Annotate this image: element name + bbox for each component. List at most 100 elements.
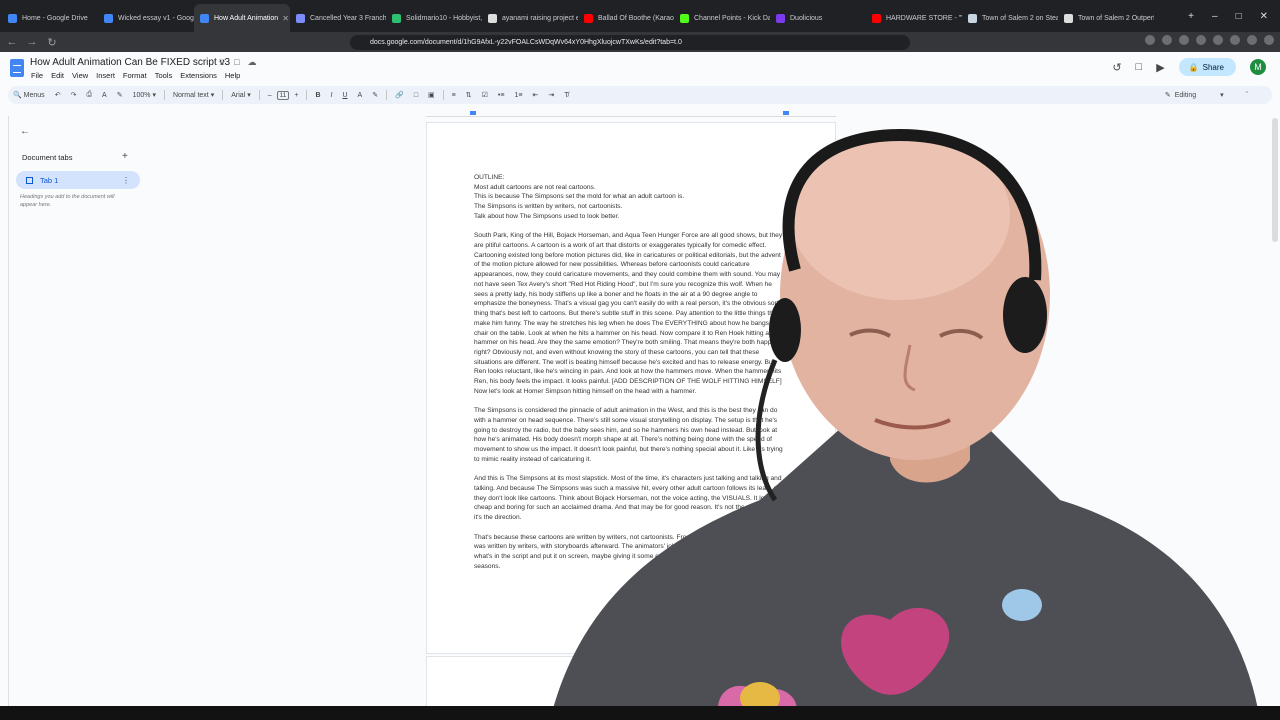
menu-item-tools[interactable]: Tools [155, 71, 173, 80]
menu-item-view[interactable]: View [72, 71, 88, 80]
browser-tab[interactable]: Ballad Of Boothe (Karaoke [578, 4, 674, 32]
extension-icon[interactable] [1230, 35, 1240, 45]
back-arrow-icon[interactable]: ← [20, 126, 30, 137]
spellcheck-icon[interactable]: A [97, 92, 112, 99]
menu-item-extensions[interactable]: Extensions [180, 71, 217, 80]
style-select[interactable]: Normal text ▾ [168, 91, 219, 99]
tab-title: Town of Salem 2 on Steam [982, 14, 1058, 22]
browser-tab[interactable]: Home - Google Drive [2, 4, 98, 32]
version-history-icon[interactable]: ↺ [1112, 61, 1121, 74]
zoom-value: 100% [132, 92, 151, 99]
browser-tab[interactable]: Wicked essay v1 - Google [98, 4, 194, 32]
tab-title: Cancelled Year 3 Franchise [310, 14, 386, 22]
comment-icon[interactable]: □ [409, 92, 423, 99]
browser-tab[interactable]: Channel Points - Kick Dash [674, 4, 770, 32]
tab-label: Tab 1 [40, 175, 59, 185]
increase-indent-icon[interactable]: ⇥ [543, 91, 559, 99]
close-window-icon[interactable]: ✕ [1260, 11, 1268, 22]
underline-icon[interactable]: U [337, 92, 352, 99]
back-icon[interactable]: ← [4, 36, 20, 48]
highlight-icon[interactable]: ✎ [367, 91, 383, 99]
profile-icon[interactable] [1264, 35, 1274, 45]
right-indent-marker[interactable] [783, 111, 789, 115]
browser-tab[interactable]: Town of Salem 2 Outperfor [1058, 4, 1154, 32]
star-icon[interactable]: ☆ [218, 57, 226, 68]
document-title[interactable]: How Adult Animation Can Be FIXED script … [30, 57, 230, 68]
menu-item-help[interactable]: Help [225, 71, 240, 80]
undo-icon[interactable]: ↶ [50, 91, 66, 99]
decrease-indent-icon[interactable]: ⇤ [527, 91, 543, 99]
paint-format-icon[interactable]: ✎ [112, 91, 128, 99]
bullet-list-icon[interactable]: •≡ [493, 92, 510, 99]
image-icon[interactable]: ▣ [423, 91, 440, 99]
meet-icon[interactable]: ▶ [1156, 61, 1164, 74]
new-tab-icon[interactable]: + [1188, 11, 1194, 22]
more-options-icon[interactable]: ⋮ [122, 176, 130, 185]
tab-title: Town of Salem 2 Outperfor [1078, 14, 1154, 22]
tab-title: Duolicious [790, 14, 823, 22]
font-size-field[interactable]: 11 [276, 90, 290, 100]
tab-title: ayanami raising project en [502, 14, 578, 22]
menu-item-file[interactable]: File [31, 71, 43, 80]
menu-item-insert[interactable]: Insert [96, 71, 115, 80]
forward-icon[interactable]: → [24, 36, 40, 48]
left-indent-marker[interactable] [470, 111, 476, 115]
horizontal-ruler[interactable] [426, 108, 836, 117]
font-select[interactable]: Arial ▾ [226, 91, 255, 99]
extension-icon[interactable] [1179, 35, 1189, 45]
menu-item-edit[interactable]: Edit [51, 71, 64, 80]
link-icon[interactable]: 🔗 [390, 91, 409, 99]
minimize-icon[interactable]: – [1212, 11, 1218, 22]
bold-icon[interactable]: B [310, 92, 325, 99]
avatar[interactable]: M [1250, 59, 1266, 75]
print-icon[interactable]: ⎙ [81, 91, 97, 99]
numbered-list-icon[interactable]: 1≡ [509, 92, 527, 99]
browser-tab[interactable]: How Adult Animation ✕ [194, 4, 290, 32]
browser-tab[interactable]: Cancelled Year 3 Franchise [290, 4, 386, 32]
browser-tab[interactable]: Town of Salem 2 on Steam [962, 4, 1058, 32]
align-icon[interactable]: ≡ [447, 92, 461, 99]
share-button[interactable]: 🔒 Share [1178, 58, 1236, 76]
browser-tab[interactable]: HARDWARE STORE - "Weird [866, 4, 962, 32]
extension-icon[interactable] [1145, 35, 1155, 45]
browser-tab[interactable]: ayanami raising project en [482, 4, 578, 32]
chevron-up-icon[interactable]: ˆ [1246, 92, 1248, 99]
add-tab-icon[interactable]: + [122, 151, 128, 162]
document-tabs-heading: Document tabs [22, 153, 73, 162]
increase-font-icon[interactable]: + [289, 92, 303, 99]
extension-icon[interactable] [1213, 35, 1223, 45]
zoom-select[interactable]: 100% ▾ [128, 91, 161, 99]
address-bar-row: ← → ↻ docs.google.com/document/d/1hG9Afx… [0, 32, 1280, 52]
clear-format-icon[interactable]: T̸ [559, 92, 573, 99]
docs-logo-icon[interactable] [10, 59, 24, 77]
extension-icon[interactable] [1247, 35, 1257, 45]
screen: { "browser": { "tabs": [ {"label": "Home… [0, 0, 1280, 720]
reload-icon[interactable]: ↻ [44, 36, 60, 49]
favicon-icon [200, 13, 209, 23]
url-field[interactable]: docs.google.com/document/d/1hG9AfxL-y22v… [350, 35, 910, 50]
checklist-icon[interactable]: ☑ [477, 91, 493, 99]
maximize-icon[interactable]: □ [1236, 11, 1242, 22]
editing-label: Editing [1174, 91, 1197, 99]
close-tab-icon[interactable]: ✕ [278, 14, 289, 23]
title-icons: ☆ □ ☁ [218, 57, 257, 68]
decrease-font-icon[interactable]: – [263, 92, 277, 99]
italic-icon[interactable]: I [326, 92, 338, 99]
search-menus[interactable]: 🔍 Menus [8, 91, 50, 99]
line-spacing-icon[interactable]: ⇅ [461, 91, 477, 99]
extension-icon[interactable] [1162, 35, 1172, 45]
browser-tab[interactable]: Duolicious [770, 4, 866, 32]
redo-icon[interactable]: ↷ [66, 91, 82, 99]
text-color-icon[interactable]: A [353, 92, 368, 99]
font-value: Arial [231, 92, 246, 99]
comments-icon[interactable]: □ [1136, 61, 1143, 73]
editing-mode-select[interactable]: ✎ Editing ▾ ˆ [1165, 91, 1248, 100]
sidebar-tab-1[interactable]: Tab 1 ⋮ [16, 171, 140, 189]
menu-item-format[interactable]: Format [123, 71, 147, 80]
cloud-status-icon[interactable]: ☁ [248, 57, 257, 68]
divider [222, 90, 224, 100]
extension-icon[interactable] [1196, 35, 1206, 45]
browser-tab[interactable]: Solidmario10 - Hobbyist, D [386, 4, 482, 32]
share-label: Share [1202, 62, 1224, 72]
move-folder-icon[interactable]: □ [234, 57, 239, 68]
